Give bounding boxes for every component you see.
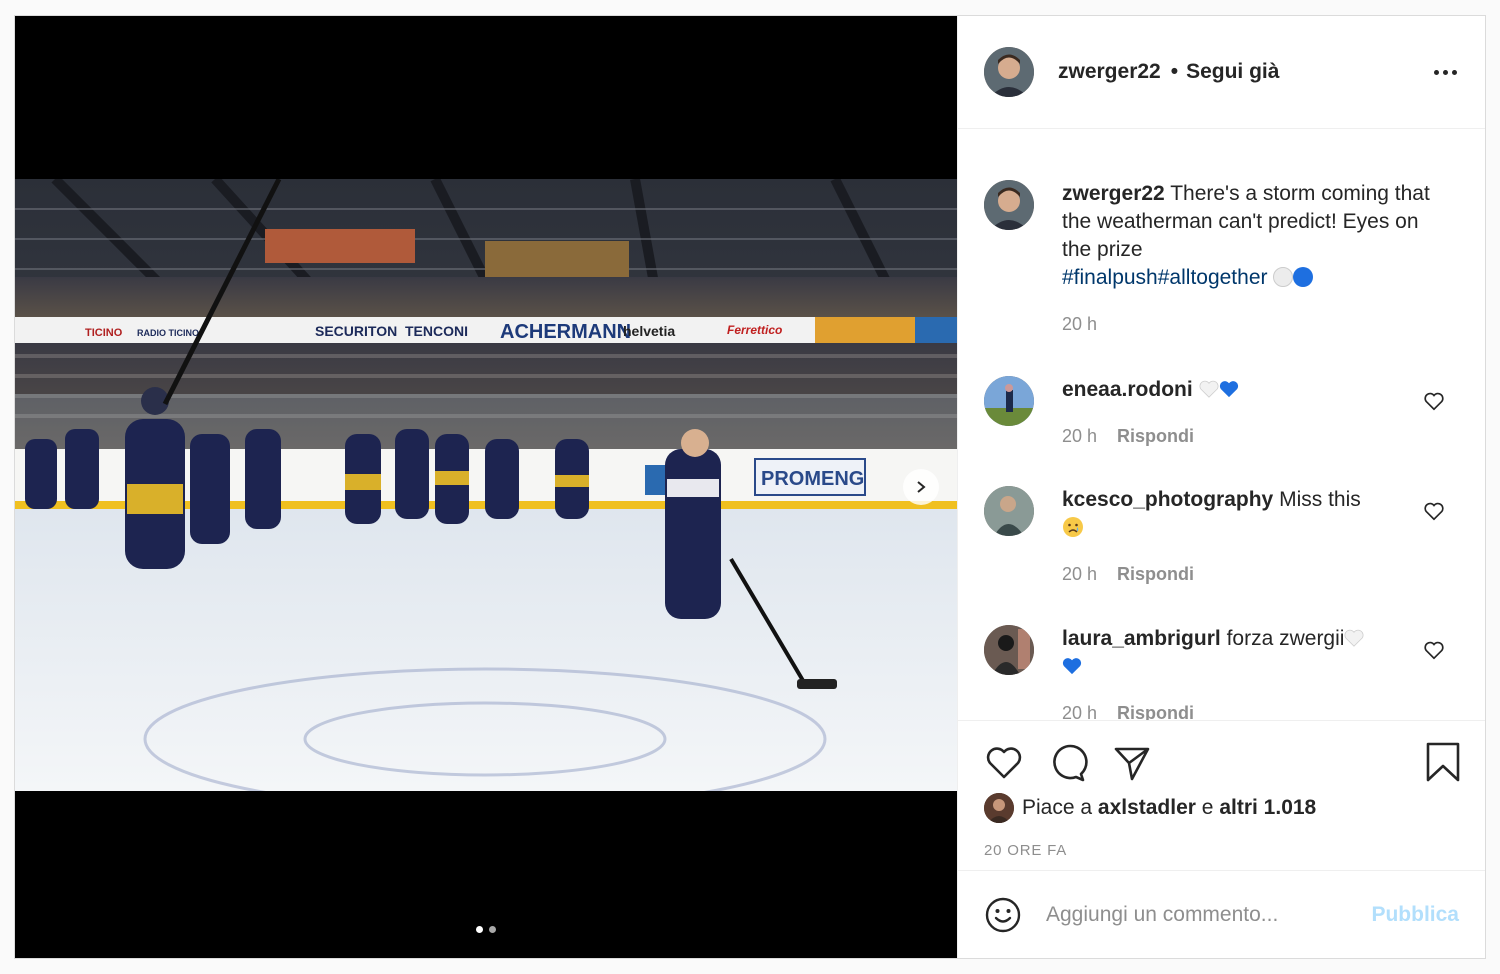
svg-text:Ferrettico: Ferrettico [727,323,782,337]
comment-text: Miss this [1279,488,1361,511]
author-avatar[interactable] [984,47,1034,97]
share-paper-plane-icon[interactable] [1112,743,1152,783]
post-dialog: TICINO RADIO TICINO SECURITON TENCONI AC… [14,15,1486,959]
comment-text: forza zwergii [1226,627,1345,650]
post-header: zwerger22 • Segui già [958,16,1485,129]
comment-body: laura_ambrigurl forza zwergii 20 h Rispo… [1062,625,1402,720]
comment-item: kcesco_photography Miss this 20 h Rispon… [984,486,1459,588]
blue-circle-emoji [1293,267,1314,287]
post-actions: Piace a axlstadler e altri 1.018 20 ORE … [958,720,1485,870]
caption-username[interactable]: zwerger22 [1062,182,1165,205]
like-comment-heart-icon[interactable] [1423,639,1445,661]
caption-meta: 20 h [1062,310,1432,338]
commenter-avatar[interactable] [984,376,1034,426]
chevron-right-icon [917,481,926,493]
caption-body: zwerger22 There's a storm coming that th… [1062,180,1432,338]
likes-prefix: Piace a [1022,796,1093,819]
comment-time: 20 h [1062,564,1098,584]
caption-time: 20 h [1062,314,1098,334]
caption-avatar[interactable] [984,180,1034,230]
svg-text:TICINO: TICINO [85,327,123,339]
svg-text:SECURITON: SECURITON [315,323,397,339]
hashtag-alltogether[interactable]: #alltogether [1158,266,1268,289]
following-button[interactable]: Segui già [1186,60,1279,84]
blue-heart-emoji [1062,658,1082,675]
likes-connector: e [1201,796,1214,819]
reply-button[interactable]: Rispondi [1117,422,1194,450]
svg-text:helvetia: helvetia [623,323,675,339]
comment-username[interactable]: eneaa.rodoni [1062,378,1193,401]
post-photo: TICINO RADIO TICINO SECURITON TENCONI AC… [15,179,957,791]
liker-avatar[interactable] [984,793,1014,823]
crying-face-emoji [1063,517,1083,537]
comment-body: kcesco_photography Miss this 20 h Rispon… [1062,486,1402,588]
post-media: TICINO RADIO TICINO SECURITON TENCONI AC… [15,16,957,958]
post-timestamp: 20 ORE FA [984,842,1068,859]
like-comment-heart-icon[interactable] [1423,390,1445,412]
save-bookmark-icon[interactable] [1425,741,1461,783]
caption: zwerger22 There's a storm coming that th… [984,180,1459,338]
comment-body: eneaa.rodoni 20 h Rispondi [1062,376,1402,450]
header-separator: • [1170,60,1179,83]
carousel-dot-1 [476,926,483,933]
comment-username[interactable]: laura_ambrigurl [1062,627,1221,650]
author-username[interactable]: zwerger22 [1058,60,1161,84]
action-icons [984,743,1152,783]
like-comment-heart-icon[interactable] [1423,500,1445,522]
comment-item: laura_ambrigurl forza zwergii 20 h Rispo… [984,625,1459,720]
publish-button[interactable]: Pubblica [1371,903,1459,927]
comment-item: eneaa.rodoni 20 h Rispondi [984,376,1459,450]
carousel-next-button[interactable] [903,469,939,505]
hashtag-finalpush[interactable]: #finalpush [1062,266,1158,289]
comment-meta: 20 h Rispondi [1062,699,1402,720]
svg-text:TENCONI: TENCONI [405,323,468,339]
like-heart-icon[interactable] [984,743,1024,783]
carousel-dot-2 [489,926,496,933]
more-options-icon[interactable] [1431,60,1459,84]
post-side-panel: zwerger22 • Segui già zwerger22 There's … [957,16,1485,958]
comments-list: zwerger22 There's a storm coming that th… [958,130,1485,720]
add-comment-bar: Pubblica [958,870,1485,958]
comment-username[interactable]: kcesco_photography [1062,488,1273,511]
svg-text:ACHERMANN: ACHERMANN [500,321,631,343]
comment-meta: 20 h Rispondi [1062,560,1402,588]
liker-username[interactable]: axlstadler [1098,796,1196,820]
commenter-avatar[interactable] [984,486,1034,536]
commenter-avatar[interactable] [984,625,1034,675]
caption-text: zwerger22 There's a storm coming that th… [1062,180,1432,292]
white-heart-emoji [1344,629,1364,647]
svg-text:PROMENG: PROMENG [761,468,864,490]
comment-input[interactable] [1046,902,1372,927]
comment-time: 20 h [1062,426,1098,446]
reply-button[interactable]: Rispondi [1117,560,1194,588]
comment-bubble-icon[interactable] [1048,743,1088,783]
reply-button[interactable]: Rispondi [1117,699,1194,720]
hockey-arena-photo: TICINO RADIO TICINO SECURITON TENCONI AC… [15,179,957,791]
likes-summary: Piace a axlstadler e altri 1.018 [984,793,1316,823]
likes-others-link[interactable]: altri 1.018 [1219,796,1316,820]
comment-meta: 20 h Rispondi [1062,422,1402,450]
svg-text:RADIO TICINO: RADIO TICINO [137,328,199,338]
carousel-indicator [15,926,957,933]
comment-time: 20 h [1062,703,1098,720]
white-heart-emoji [1199,380,1219,398]
emoji-picker-icon[interactable] [984,896,1022,934]
white-circle-emoji [1273,267,1294,287]
blue-heart-emoji [1219,381,1238,398]
